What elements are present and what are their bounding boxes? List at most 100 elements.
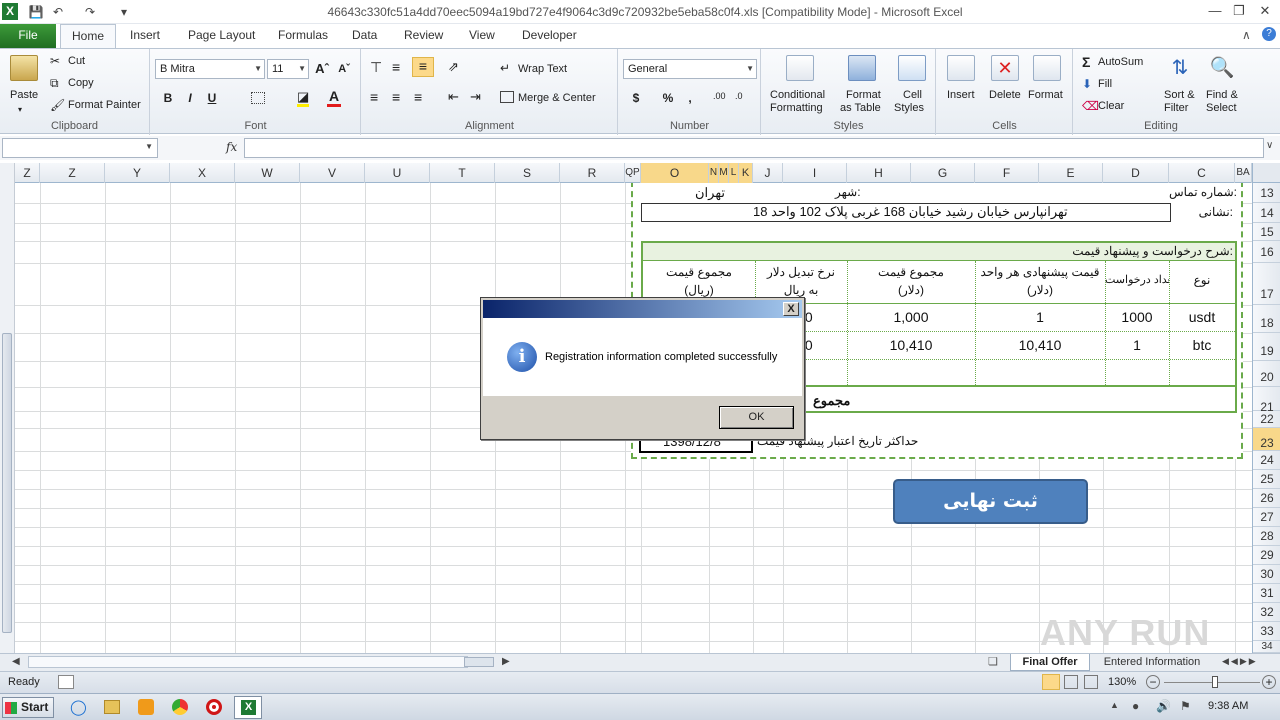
conditional-formatting-icon[interactable] [786, 55, 814, 81]
tab-data[interactable]: Data [344, 24, 385, 48]
column-header[interactable]: Z [40, 163, 105, 183]
redo-icon[interactable]: ↷ [82, 4, 98, 20]
tab-home[interactable]: Home [60, 24, 116, 49]
row-header[interactable]: 34 [1253, 641, 1280, 653]
format-cells-icon[interactable] [1033, 55, 1061, 81]
row-header[interactable]: 32 [1253, 603, 1280, 622]
row-header[interactable]: 30 [1253, 565, 1280, 584]
zoom-in-icon[interactable]: + [1262, 675, 1276, 689]
cell-styles-line2[interactable]: Styles [894, 102, 924, 114]
ok-button[interactable]: OK [719, 406, 794, 429]
align-bottom-icon[interactable]: ≡ [412, 57, 434, 77]
column-header[interactable]: L [729, 163, 739, 183]
align-middle-icon[interactable]: ≡ [392, 59, 400, 75]
sort-filter-line1[interactable]: Sort & [1164, 89, 1195, 101]
horizontal-scrollbar[interactable] [28, 656, 468, 668]
final-submit-button[interactable]: ثبت نهایی [893, 479, 1088, 524]
column-header[interactable]: Z [15, 163, 40, 183]
column-header[interactable]: G [911, 163, 975, 183]
sort-filter-icon[interactable]: ⇅ [1166, 55, 1194, 81]
align-left-icon[interactable]: ≡ [370, 89, 378, 105]
column-header[interactable]: D [1103, 163, 1169, 183]
row-header[interactable]: 20 [1253, 361, 1280, 387]
currency-button[interactable]: $ [627, 89, 645, 107]
comma-button[interactable]: , [681, 89, 699, 107]
column-header[interactable]: X [170, 163, 235, 183]
page-layout-view-icon[interactable] [1064, 675, 1078, 689]
zoom-out-icon[interactable]: − [1146, 675, 1160, 689]
row-header[interactable]: 33 [1253, 622, 1280, 641]
row-header[interactable]: 15 [1253, 223, 1280, 241]
column-header-selected[interactable]: O [641, 163, 709, 183]
folder-icon[interactable] [104, 700, 120, 714]
macro-record-icon[interactable] [58, 675, 74, 689]
cut-button[interactable]: Cut [68, 55, 85, 67]
horizontal-scroll-thumb[interactable] [464, 657, 494, 667]
paste-button[interactable]: Paste [10, 89, 38, 101]
underline-button[interactable]: U [203, 89, 221, 107]
format-as-table-icon[interactable] [848, 55, 876, 81]
decrease-decimal-icon[interactable]: .0 [735, 91, 743, 101]
tray-network-icon[interactable]: ● [1132, 699, 1139, 713]
align-center-icon[interactable]: ≡ [392, 89, 400, 105]
row-header[interactable]: 27 [1253, 508, 1280, 527]
decrease-indent-icon[interactable]: ⇤ [448, 89, 459, 105]
merge-center-button[interactable]: Merge & Center [518, 92, 596, 104]
ie-icon[interactable]: ◯ [70, 698, 87, 716]
opera-icon[interactable] [206, 699, 222, 715]
format-painter-button[interactable]: Format Painter [68, 99, 141, 111]
grow-font-icon[interactable]: Aˆ [313, 60, 331, 78]
conditional-formatting-line1[interactable]: Conditional [770, 89, 825, 101]
wrap-text-icon[interactable]: ↵ [500, 61, 510, 75]
cell-styles-icon[interactable] [898, 55, 926, 81]
row1-qty[interactable]: 1000 [1105, 309, 1169, 325]
page-break-view-icon[interactable] [1084, 675, 1098, 689]
tab-formulas[interactable]: Formulas [270, 24, 336, 48]
name-box[interactable]: ▼ [2, 138, 158, 158]
clear-button[interactable]: Clear [1098, 100, 1124, 112]
row-header-selected[interactable]: 23 [1253, 428, 1280, 451]
taskbar-excel-button[interactable]: X [234, 696, 262, 719]
align-right-icon[interactable]: ≡ [414, 89, 422, 105]
copy-button[interactable]: Copy [68, 77, 94, 89]
tray-volume-icon[interactable]: 🔊 [1156, 699, 1171, 713]
autosum-icon[interactable]: Σ [1082, 54, 1090, 70]
sheet-tab-final-offer[interactable]: Final Offer [1010, 654, 1090, 671]
column-header[interactable]: M [719, 163, 729, 183]
column-header[interactable]: V [300, 163, 365, 183]
format-cells-button[interactable]: Format [1028, 89, 1063, 101]
merge-icon[interactable] [500, 91, 514, 103]
font-name-combo[interactable]: B Mitra ▼ [155, 59, 265, 79]
column-header[interactable]: S [495, 163, 560, 183]
column-header[interactable]: F [975, 163, 1039, 183]
orientation-icon[interactable]: ⇗ [448, 59, 459, 75]
delete-cells-icon[interactable]: ✕ [991, 55, 1019, 81]
column-header[interactable]: R [560, 163, 625, 183]
column-header[interactable]: U [365, 163, 430, 183]
number-format-combo[interactable]: General ▼ [623, 59, 757, 79]
media-player-icon[interactable] [138, 699, 154, 715]
select-all-corner[interactable] [1252, 163, 1280, 183]
shrink-font-icon[interactable]: Aˇ [335, 60, 353, 78]
insert-cells-icon[interactable] [947, 55, 975, 81]
paste-icon[interactable] [10, 55, 38, 81]
column-header[interactable]: W [235, 163, 300, 183]
copy-icon[interactable]: ⧉ [50, 76, 59, 91]
formula-input[interactable] [244, 138, 1264, 158]
chrome-icon[interactable] [172, 699, 188, 715]
row-header[interactable]: 29 [1253, 546, 1280, 565]
zoom-slider-thumb[interactable] [1212, 676, 1218, 688]
close-icon[interactable]: ✕ [1254, 2, 1276, 20]
tab-developer[interactable]: Developer [514, 24, 585, 48]
row-header[interactable]: 28 [1253, 527, 1280, 546]
row-header[interactable]: 31 [1253, 584, 1280, 603]
clock[interactable]: 9:38 AM [1208, 700, 1248, 712]
row-header[interactable]: 21 [1253, 387, 1280, 414]
tab-file[interactable]: File [0, 24, 56, 48]
row2-qty[interactable]: 1 [1105, 337, 1169, 353]
sheet-tab-entered-information[interactable]: Entered Information [1092, 654, 1212, 671]
delete-cells-button[interactable]: Delete [989, 89, 1021, 101]
fill-button[interactable]: Fill [1098, 78, 1112, 90]
column-header[interactable]: E [1039, 163, 1103, 183]
fill-color-icon[interactable]: ◪ [297, 89, 310, 107]
